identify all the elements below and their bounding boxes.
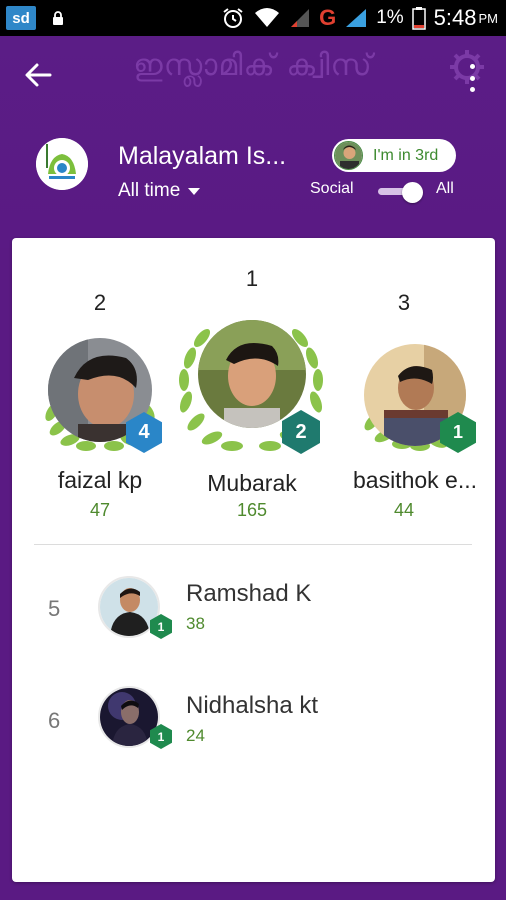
player-score: 38	[186, 614, 205, 633]
filter-social-label: Social	[310, 180, 354, 197]
player-score: 44	[393, 500, 415, 520]
player-score: 47	[89, 500, 111, 520]
player-name: Mubarak	[207, 470, 297, 496]
time-period-dropdown[interactable]: All time	[118, 180, 201, 202]
battery-icon	[411, 7, 426, 30]
status-bar: sd G 1% 5:48 PM	[0, 0, 506, 36]
player-name: basithok e...	[352, 467, 478, 493]
player-name: faizal kp	[57, 467, 143, 493]
signal-icon	[291, 9, 310, 27]
network-type: G	[319, 5, 337, 30]
wifi-icon	[255, 8, 280, 27]
app-bar: ഇസ്ലാമിക് ക്വിസ് Malayalam Is... All tim…	[0, 36, 506, 248]
list-item[interactable]: 5 1 Ramshad K 38	[12, 558, 495, 658]
dropdown-arrow-icon	[188, 187, 201, 195]
my-rank-label: I'm in 3rd	[373, 146, 439, 164]
app-title: ഇസ്ലാമിക് ക്വിസ്	[133, 48, 373, 83]
avatar	[198, 320, 306, 428]
rank-number: 5	[48, 596, 61, 621]
signal-strength-icon	[346, 9, 367, 27]
filter-all-label: All	[436, 180, 454, 197]
leaderboard-title: Malayalam Is...	[118, 142, 287, 170]
place-number: 3	[397, 290, 411, 315]
overflow-menu-icon[interactable]	[466, 64, 478, 92]
alarm-icon	[223, 8, 243, 28]
divider	[34, 544, 472, 545]
my-rank-button[interactable]: I'm in 3rd	[332, 139, 456, 172]
player-score: 24	[186, 726, 205, 745]
player-score: 165	[236, 500, 268, 520]
battery-percent: 1%	[376, 7, 404, 28]
lock-icon	[53, 11, 63, 25]
sd-app-badge: sd	[6, 6, 36, 30]
clock-ampm: PM	[478, 10, 499, 26]
clock-time: 5:48	[433, 5, 477, 30]
list-item[interactable]: 6 1 Nidhalsha kt 24	[12, 670, 495, 770]
social-all-toggle[interactable]	[378, 182, 424, 203]
my-avatar	[334, 141, 363, 170]
leaderboard-card: 2 1 3 4 faizal kp 47 2 Mubarak 165 1 bas…	[12, 238, 495, 882]
place-number: 2	[93, 290, 107, 315]
player-name: Ramshad K	[186, 580, 312, 607]
time-period-label: All time	[118, 180, 181, 201]
place-number: 1	[245, 266, 259, 291]
player-name: Nidhalsha kt	[186, 692, 319, 719]
rank-number: 6	[48, 708, 61, 733]
quiz-logo	[36, 138, 88, 190]
